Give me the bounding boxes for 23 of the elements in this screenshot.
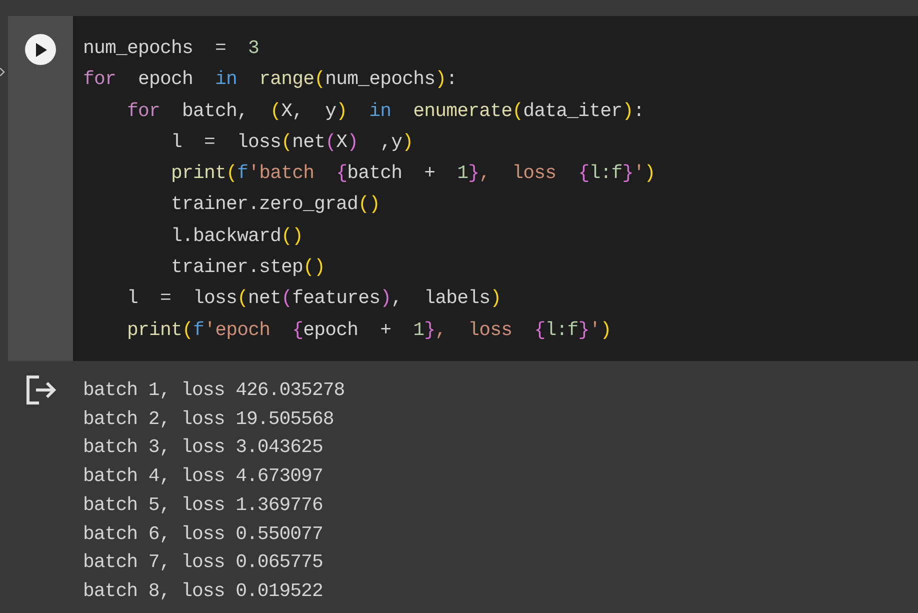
code-line: for epoch in range(num_epochs): <box>83 67 458 92</box>
code-line: trainer.step() <box>170 255 326 280</box>
play-icon <box>34 42 46 56</box>
code-line: print(f'batch {batch + 1}, loss {l:f}') <box>170 161 656 186</box>
output-line: batch 2, loss 19.505568 <box>83 406 335 432</box>
output-line: batch 8, loss 0.019522 <box>83 578 324 604</box>
code-line: trainer.zero_grad() <box>170 192 380 218</box>
output-line: batch 6, loss 0.550077 <box>83 522 324 547</box>
output-line: batch 7, loss 0.065775 <box>83 550 324 576</box>
run-button[interactable] <box>25 34 56 65</box>
output-line: batch 4, loss 4.673097 <box>83 464 324 490</box>
code-line: print(f'epoch {epoch + 1}, loss {l:f}') <box>126 318 612 343</box>
output-line: batch 3, loss 3.043625 <box>83 435 324 460</box>
code-line: num_epochs = 3 <box>83 36 260 61</box>
output-line: batch 1, loss 426.035278 <box>83 378 345 403</box>
chevron-icon <box>0 68 5 76</box>
code-editor[interactable] <box>73 16 918 361</box>
code-line: l = loss(net(features), labels) <box>126 286 502 312</box>
code-line: l = loss(net(X) ,y) <box>170 130 414 155</box>
code-line: for batch, (X, y) in enumerate(data_iter): <box>126 98 644 124</box>
output-icon[interactable] <box>24 375 56 405</box>
code-line: l.backward() <box>170 224 304 249</box>
output-line: batch 5, loss 1.369776 <box>83 492 324 518</box>
